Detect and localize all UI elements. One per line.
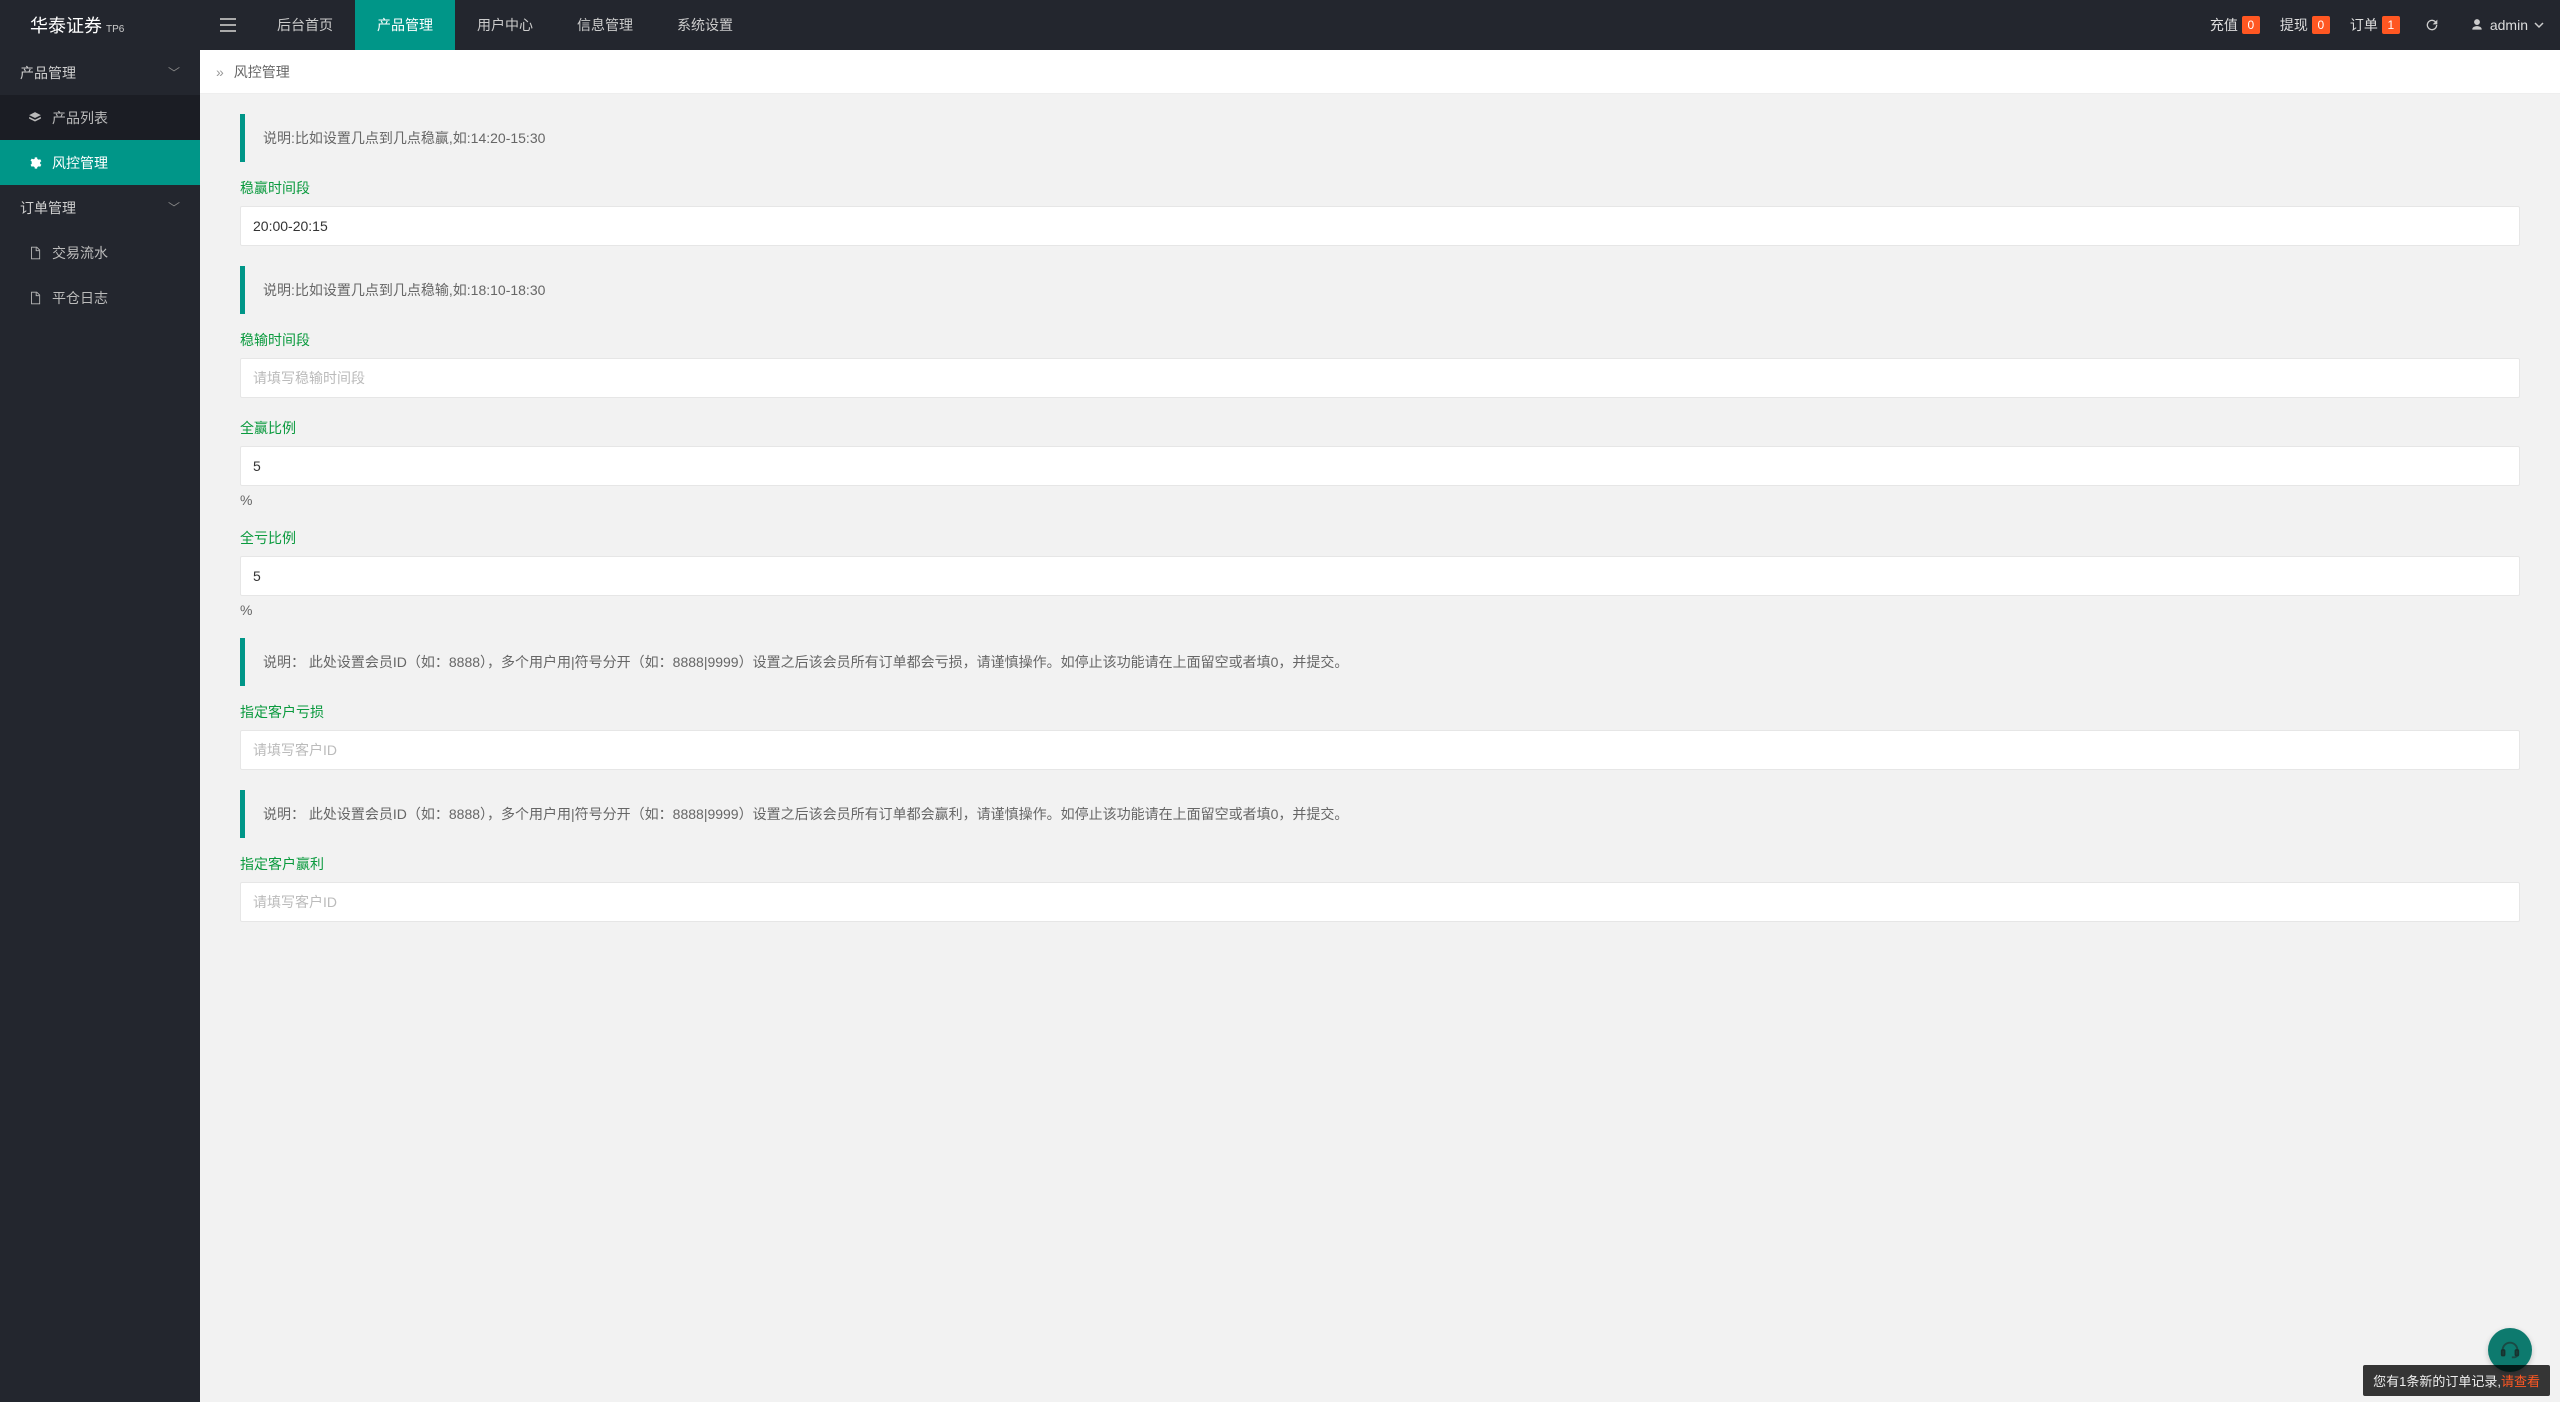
- layers-icon: [28, 111, 42, 125]
- headset-icon: [2499, 1339, 2521, 1361]
- brand-name: 华泰证券: [30, 12, 102, 38]
- sidebar-group-product[interactable]: 产品管理 ﹀: [0, 50, 200, 95]
- label-win-time: 稳赢时间段: [240, 178, 2520, 198]
- sidebar-group-product-label: 产品管理: [20, 63, 76, 83]
- refresh-icon: [2424, 17, 2440, 33]
- document-icon: [28, 246, 42, 260]
- sidebar-item-label: 平仓日志: [52, 288, 108, 308]
- gear-icon: [28, 156, 42, 170]
- breadcrumb-current: 风控管理: [234, 62, 290, 82]
- toast-link[interactable]: 请查看: [2501, 1374, 2540, 1389]
- nav-info[interactable]: 信息管理: [555, 0, 655, 50]
- note-spec-lose: 说明： 此处设置会员ID（如：8888），多个用户用|符号分开（如：8888|9…: [240, 638, 2520, 686]
- toast-notification: 您有1条新的订单记录,请查看: [2363, 1365, 2550, 1396]
- withdraw-label: 提现: [2280, 15, 2308, 35]
- input-spec-win[interactable]: [240, 882, 2520, 922]
- header-withdraw[interactable]: 提现 0: [2270, 0, 2340, 50]
- withdraw-badge: 0: [2312, 16, 2330, 34]
- input-lose-time[interactable]: [240, 358, 2520, 398]
- sidebar: 产品管理 ﹀ 产品列表 风控管理 订单管理 ﹀: [0, 50, 200, 1402]
- note-win-time: 说明:比如设置几点到几点稳赢,如:14:20-15:30: [240, 114, 2520, 162]
- chevron-down-icon: ﹀: [168, 64, 180, 81]
- chevron-down-icon: ﹀: [168, 199, 180, 216]
- sidebar-item-label: 风控管理: [52, 153, 108, 173]
- document-icon: [28, 291, 42, 305]
- unit-percent: %: [240, 602, 2520, 618]
- user-icon: [2470, 18, 2484, 32]
- sidebar-item-label: 产品列表: [52, 108, 108, 128]
- input-all-win[interactable]: [240, 446, 2520, 486]
- brand-logo[interactable]: 华泰证券 TP6: [0, 12, 200, 38]
- chevron-down-icon: [2534, 20, 2544, 30]
- sidebar-item-close-log[interactable]: 平仓日志: [0, 275, 200, 320]
- breadcrumb: » 风控管理: [200, 50, 2560, 94]
- order-badge: 1: [2382, 16, 2400, 34]
- nav-home[interactable]: 后台首页: [255, 0, 355, 50]
- sidebar-item-label: 交易流水: [52, 243, 108, 263]
- sidebar-toggle[interactable]: [200, 0, 255, 50]
- label-spec-lose: 指定客户亏损: [240, 702, 2520, 722]
- header-order[interactable]: 订单 1: [2340, 0, 2410, 50]
- sidebar-group-order-label: 订单管理: [20, 198, 76, 218]
- input-all-lose[interactable]: [240, 556, 2520, 596]
- sidebar-item-risk-mgmt[interactable]: 风控管理: [0, 140, 200, 185]
- refresh-button[interactable]: [2410, 0, 2454, 50]
- sidebar-group-order[interactable]: 订单管理 ﹀: [0, 185, 200, 230]
- input-spec-lose[interactable]: [240, 730, 2520, 770]
- sidebar-item-trade-flow[interactable]: 交易流水: [0, 230, 200, 275]
- order-label: 订单: [2350, 15, 2378, 35]
- user-menu[interactable]: admin: [2454, 17, 2560, 33]
- label-all-win: 全赢比例: [240, 418, 2520, 438]
- input-win-time[interactable]: [240, 206, 2520, 246]
- recharge-badge: 0: [2242, 16, 2260, 34]
- note-spec-win: 说明： 此处设置会员ID（如：8888），多个用户用|符号分开（如：8888|9…: [240, 790, 2520, 838]
- nav-system[interactable]: 系统设置: [655, 0, 755, 50]
- label-all-lose: 全亏比例: [240, 528, 2520, 548]
- user-name: admin: [2490, 17, 2528, 33]
- label-spec-win: 指定客户赢利: [240, 854, 2520, 874]
- nav-user[interactable]: 用户中心: [455, 0, 555, 50]
- header-recharge[interactable]: 充值 0: [2200, 0, 2270, 50]
- hamburger-icon: [220, 18, 236, 32]
- sidebar-item-product-list[interactable]: 产品列表: [0, 95, 200, 140]
- toast-text: 您有1条新的订单记录,: [2373, 1374, 2501, 1389]
- breadcrumb-arrow-icon: »: [216, 64, 224, 80]
- nav-product[interactable]: 产品管理: [355, 0, 455, 50]
- note-lose-time: 说明:比如设置几点到几点稳输,如:18:10-18:30: [240, 266, 2520, 314]
- brand-sup: TP6: [106, 24, 124, 35]
- unit-percent: %: [240, 492, 2520, 508]
- label-lose-time: 稳输时间段: [240, 330, 2520, 350]
- recharge-label: 充值: [2210, 15, 2238, 35]
